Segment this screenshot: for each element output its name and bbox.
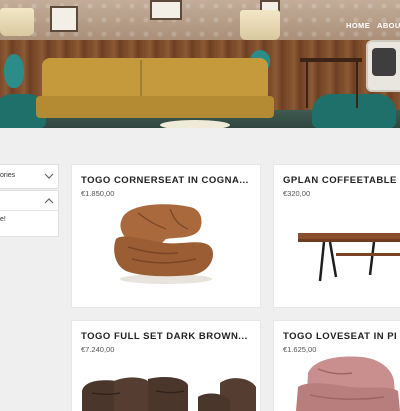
sofa-seat — [36, 96, 274, 118]
main-nav: HOME ABOUT — [0, 21, 400, 33]
product-card[interactable]: TOGO LOVESEAT IN PI €1.625,00 — [274, 321, 400, 411]
divider — [0, 210, 58, 211]
product-image-fullset[interactable] — [80, 371, 256, 411]
chevron-up-icon — [44, 198, 54, 204]
nav-about-link[interactable]: ABOUT — [377, 21, 400, 30]
categories-label: ories — [0, 172, 16, 179]
product-image-loveseat[interactable] — [288, 351, 400, 411]
product-price: €1.850,00 — [81, 189, 115, 198]
wall-frame — [150, 0, 182, 20]
coffee-table — [160, 120, 230, 128]
chevron-down-icon — [44, 173, 54, 179]
filter-panel[interactable]: e! — [0, 190, 59, 237]
lamp-base — [4, 54, 24, 88]
hero-banner: HOME ABOUT — [0, 0, 400, 128]
product-card[interactable]: TOGO FULL SET DARK BROWN... €7.240,00 — [72, 321, 260, 411]
nav-home-link[interactable]: HOME — [346, 21, 370, 30]
product-price: €7.240,00 — [81, 345, 115, 354]
side-table — [306, 58, 358, 108]
product-card[interactable]: GPLAN COFFEETABLE €320,00 — [274, 165, 400, 307]
product-image-cornerseat[interactable] — [108, 199, 220, 285]
product-card[interactable]: TOGO CORNERSEAT IN COGNA... €1.850,00 — [72, 165, 260, 307]
product-price: €320,00 — [283, 189, 311, 198]
filter-option[interactable]: e! — [0, 216, 6, 223]
product-title[interactable]: TOGO LOVESEAT IN PI — [283, 331, 400, 342]
product-title[interactable]: TOGO FULL SET DARK BROWN... — [81, 331, 253, 342]
categories-dropdown[interactable]: ories — [0, 164, 59, 189]
product-image-coffeetable[interactable] — [296, 225, 400, 287]
product-title[interactable]: GPLAN COFFEETABLE — [283, 175, 400, 186]
product-title[interactable]: TOGO CORNERSEAT IN COGNA... — [81, 175, 253, 186]
